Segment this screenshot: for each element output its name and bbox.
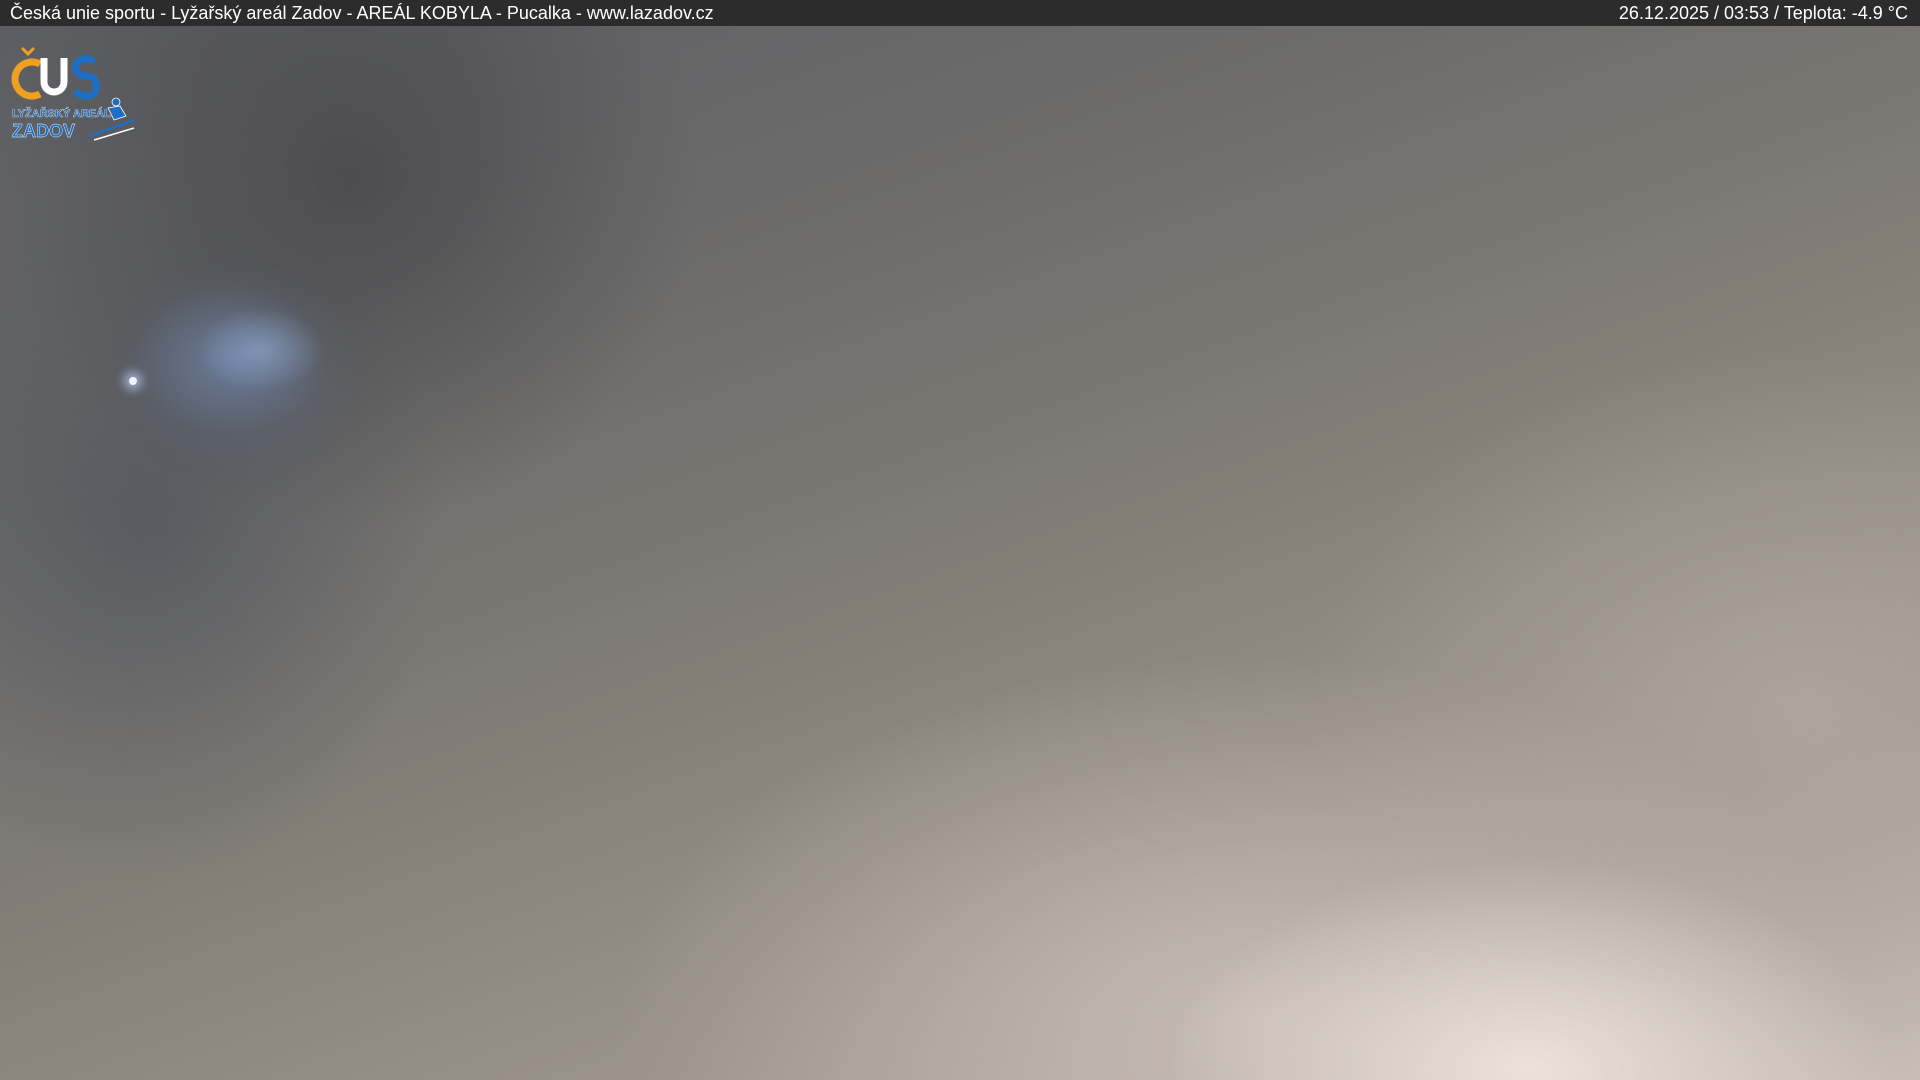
- logo-s-letter: [72, 55, 100, 100]
- svg-text:ZADOV: ZADOV: [12, 121, 75, 141]
- logo-u-letter: [40, 58, 68, 96]
- caption-bar: Česká unie sportu - Lyžařský areál Zadov…: [0, 0, 1920, 26]
- logo-c-letter: [11, 46, 42, 100]
- webcam-frame: Česká unie sportu - Lyžařský areál Zadov…: [0, 0, 1920, 1080]
- fog-light-glow: [100, 240, 380, 480]
- svg-text:LYŽAŘSKÝ AREÁL: LYŽAŘSKÝ AREÁL: [12, 107, 111, 120]
- lamp-light: [129, 377, 137, 385]
- datetime-temperature: 26.12.2025 / 03:53 / Teplota: -4.9 °C: [1618, 3, 1908, 23]
- lazadov-logo: LYŽAŘSKÝ AREÁL ZADOV: [11, 46, 135, 141]
- camera-caption: Česká unie sportu - Lyžařský areál Zadov…: [10, 3, 714, 23]
